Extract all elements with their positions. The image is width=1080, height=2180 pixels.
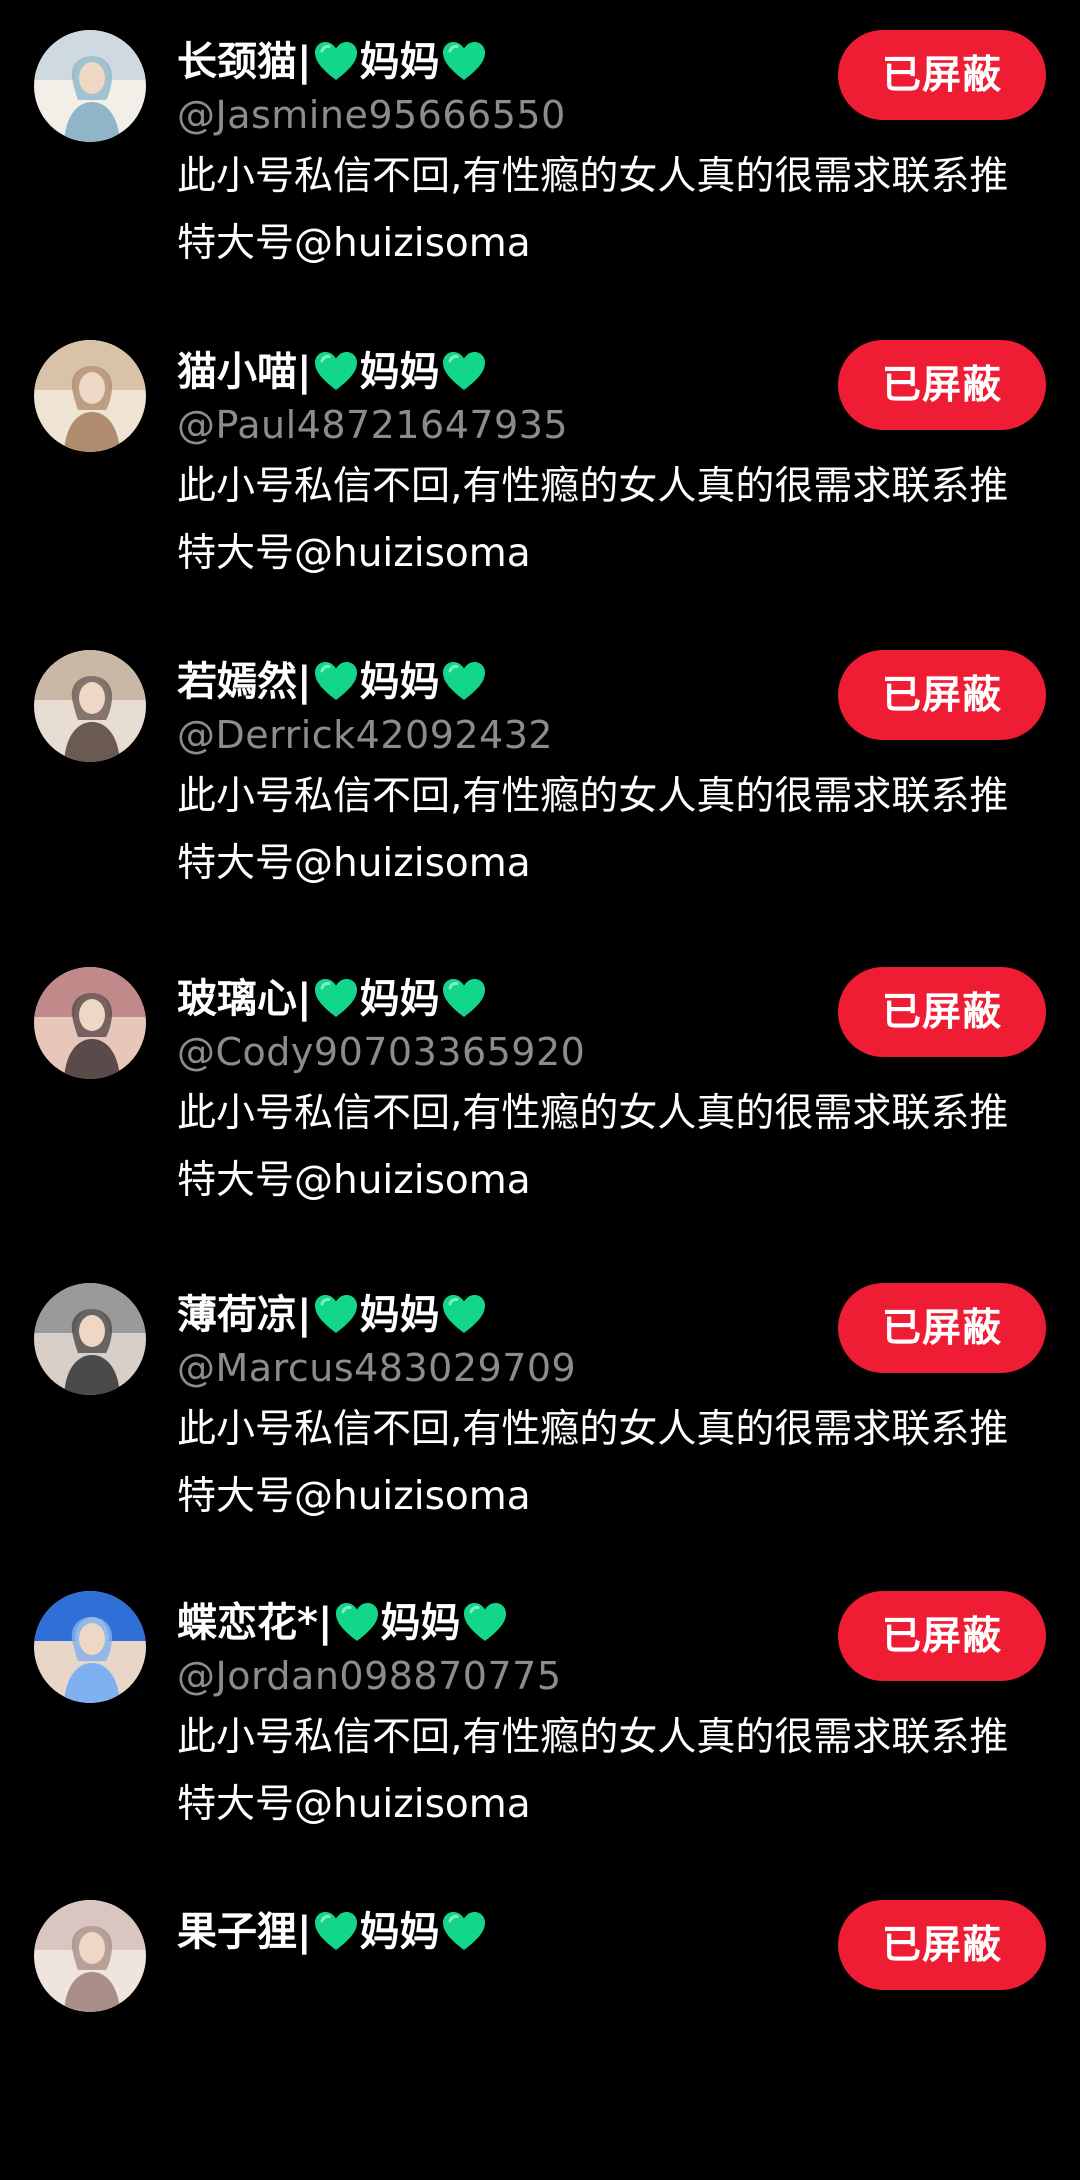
green-heart-icon: [463, 1603, 506, 1641]
display-name-text: 蝶恋花*|: [177, 1600, 333, 1646]
bio-line: 此小号私信不回,有性瘾的女人真的很需求联系推: [177, 1715, 1009, 1760]
display-name-text: 玻璃心|: [177, 976, 312, 1022]
blocked-button[interactable]: 已屏蔽: [838, 967, 1046, 1057]
blocked-button[interactable]: 已屏蔽: [838, 1900, 1046, 1990]
bio-text: 此小号私信不回,有性瘾的女人真的很需求联系推 特大号@huizisoma: [177, 453, 1037, 587]
list-item[interactable]: 玻璃心| 妈妈 @Cody90703365920 此小号私信不回,有性瘾的女人真的很需…: [0, 937, 1080, 1247]
username-handle: @Paul48721647935: [177, 403, 569, 447]
bio-line: 特大号@huizisoma: [177, 531, 531, 576]
bio-line: 此小号私信不回,有性瘾的女人真的很需求联系推: [177, 774, 1009, 819]
blocked-button[interactable]: 已屏蔽: [838, 30, 1046, 120]
display-name-text: 薄荷凉|: [177, 1292, 312, 1338]
avatar[interactable]: [34, 650, 146, 762]
bio-line: 此小号私信不回,有性瘾的女人真的很需求联系推: [177, 464, 1009, 509]
green-heart-icon: [314, 662, 357, 700]
display-name[interactable]: 猫小喵| 妈妈: [177, 344, 488, 400]
display-name-text: 妈妈: [359, 976, 440, 1022]
blocked-button[interactable]: 已屏蔽: [838, 1591, 1046, 1681]
green-heart-icon: [314, 1295, 357, 1333]
display-name-text: 妈妈: [359, 659, 440, 705]
display-name-text: 妈妈: [359, 1909, 440, 1955]
list-item[interactable]: 蝶恋花*| 妈妈 @Jordan098870775 此小号私信不回,有性瘾的女人真的很…: [0, 1561, 1080, 1871]
username-handle: @Derrick42092432: [177, 713, 554, 757]
bio-line: 此小号私信不回,有性瘾的女人真的很需求联系推: [177, 1091, 1009, 1136]
avatar[interactable]: [34, 967, 146, 1079]
blocked-button[interactable]: 已屏蔽: [838, 650, 1046, 740]
green-heart-icon: [314, 1912, 357, 1950]
bio-line: 此小号私信不回,有性瘾的女人真的很需求联系推: [177, 154, 1009, 199]
display-name-text: 果子狸|: [177, 1909, 312, 1955]
display-name[interactable]: 长颈猫| 妈妈: [177, 34, 488, 90]
username-handle: @Jasmine95666550: [177, 93, 566, 137]
username-handle: @Jordan098870775: [177, 1654, 562, 1698]
display-name-text: 妈妈: [359, 1292, 440, 1338]
bio-line: 特大号@huizisoma: [177, 1158, 531, 1203]
display-name[interactable]: 玻璃心| 妈妈: [177, 971, 488, 1027]
display-name-text: 若嫣然|: [177, 659, 312, 705]
list-item[interactable]: 猫小喵| 妈妈 @Paul48721647935 此小号私信不回,有性瘾的女人真的很需…: [0, 310, 1080, 620]
list-item[interactable]: 长颈猫| 妈妈 @Jasmine95666550 此小号私信不回,有性瘾的女人真的很需…: [0, 0, 1080, 310]
display-name-text: 妈妈: [359, 349, 440, 395]
display-name-text: 猫小喵|: [177, 349, 312, 395]
green-heart-icon: [442, 1912, 485, 1950]
bio-line: 此小号私信不回,有性瘾的女人真的很需求联系推: [177, 1407, 1009, 1452]
green-heart-icon: [314, 979, 357, 1017]
display-name-text: 妈妈: [380, 1600, 461, 1646]
green-heart-icon: [314, 42, 357, 80]
display-name-text: 妈妈: [359, 39, 440, 85]
green-heart-icon: [314, 352, 357, 390]
username-handle: @Marcus483029709: [177, 1346, 577, 1390]
list-item[interactable]: 果子狸| 妈妈 已屏蔽: [0, 1870, 1080, 2180]
avatar[interactable]: [34, 30, 146, 142]
bio-line: 特大号@huizisoma: [177, 841, 531, 886]
display-name[interactable]: 果子狸| 妈妈: [177, 1904, 488, 1960]
list-item[interactable]: 薄荷凉| 妈妈 @Marcus483029709 此小号私信不回,有性瘾的女人真的很需…: [0, 1253, 1080, 1563]
blocked-button[interactable]: 已屏蔽: [838, 340, 1046, 430]
green-heart-icon: [335, 1603, 378, 1641]
display-name[interactable]: 薄荷凉| 妈妈: [177, 1287, 488, 1343]
avatar[interactable]: [34, 1283, 146, 1395]
blocked-button[interactable]: 已屏蔽: [838, 1283, 1046, 1373]
bio-text: 此小号私信不回,有性瘾的女人真的很需求联系推 特大号@huizisoma: [177, 143, 1037, 277]
bio-text: 此小号私信不回,有性瘾的女人真的很需求联系推 特大号@huizisoma: [177, 1704, 1037, 1838]
avatar[interactable]: [34, 1900, 146, 2012]
green-heart-icon: [442, 42, 485, 80]
bio-text: 此小号私信不回,有性瘾的女人真的很需求联系推 特大号@huizisoma: [177, 1396, 1037, 1530]
green-heart-icon: [442, 352, 485, 390]
green-heart-icon: [442, 979, 485, 1017]
list-item[interactable]: 若嫣然| 妈妈 @Derrick42092432 此小号私信不回,有性瘾的女人真的很需…: [0, 620, 1080, 930]
display-name[interactable]: 若嫣然| 妈妈: [177, 654, 488, 710]
bio-text: 此小号私信不回,有性瘾的女人真的很需求联系推 特大号@huizisoma: [177, 763, 1037, 897]
avatar[interactable]: [34, 340, 146, 452]
green-heart-icon: [442, 1295, 485, 1333]
display-name[interactable]: 蝶恋花*| 妈妈: [177, 1595, 509, 1651]
bio-line: 特大号@huizisoma: [177, 1782, 531, 1827]
display-name-text: 长颈猫|: [177, 39, 312, 85]
bio-line: 特大号@huizisoma: [177, 221, 531, 266]
blocked-accounts-list: 长颈猫| 妈妈 @Jasmine95666550 此小号私信不回,有性瘾的女人真的很需…: [0, 0, 1080, 2012]
green-heart-icon: [442, 662, 485, 700]
bio-line: 特大号@huizisoma: [177, 1474, 531, 1519]
username-handle: @Cody90703365920: [177, 1030, 586, 1074]
avatar[interactable]: [34, 1591, 146, 1703]
bio-text: 此小号私信不回,有性瘾的女人真的很需求联系推 特大号@huizisoma: [177, 1080, 1037, 1214]
